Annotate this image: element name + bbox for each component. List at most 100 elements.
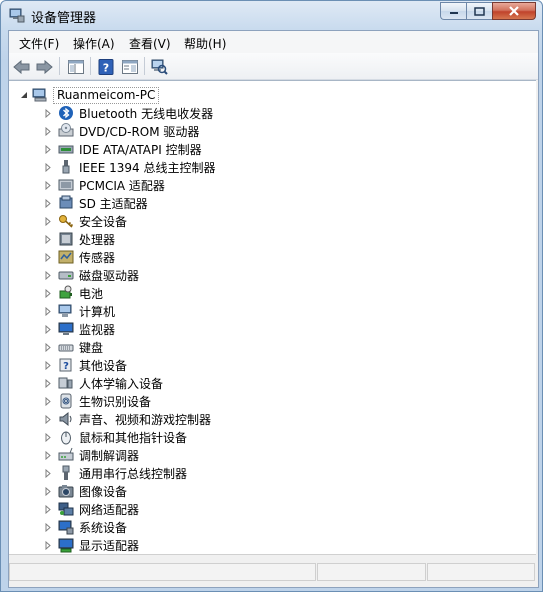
device-tree[interactable]: Ruanmeicom-PC Bluetooth 无线电收发器 DVD/CD-ROM…	[9, 80, 536, 554]
toolbar-separator	[59, 57, 60, 75]
tree-item[interactable]: SD 主适配器	[43, 194, 148, 212]
tree-item-label: 系统设备	[79, 520, 128, 535]
tree-item[interactable]: 鼠标和其他指针设备	[43, 428, 187, 446]
computer-root-icon	[32, 87, 48, 103]
menu-view[interactable]: 查看(V)	[129, 35, 171, 52]
expand-arrow-icon[interactable]	[43, 468, 52, 478]
tree-item[interactable]: ? 其他设备	[43, 356, 127, 374]
expand-arrow-icon[interactable]	[43, 288, 52, 298]
help-icon: ?	[98, 58, 113, 75]
tree-item-label: PCMCIA 适配器	[79, 178, 165, 193]
expand-arrow-icon[interactable]	[43, 252, 52, 262]
tree-item-label: 监视器	[79, 322, 116, 337]
tree-item[interactable]: 声音、视频和游戏控制器	[43, 410, 211, 428]
tree-item[interactable]: 人体学输入设备	[43, 374, 163, 392]
tree-item[interactable]: DVD/CD-ROM 驱动器	[43, 122, 199, 140]
expand-arrow-icon[interactable]	[43, 360, 52, 370]
tree-item[interactable]: 处理器	[43, 230, 115, 248]
tree-item-label: 声音、视频和游戏控制器	[79, 412, 212, 427]
tree-item[interactable]: 调制解调器	[43, 446, 139, 464]
properties-button[interactable]	[121, 58, 138, 75]
tree-item[interactable]: 磁盘驱动器	[43, 266, 139, 284]
sensor-icon	[58, 249, 74, 265]
help-button[interactable]: ?	[97, 58, 114, 75]
back-icon	[13, 59, 30, 74]
expand-arrow-icon[interactable]	[43, 432, 52, 442]
expand-arrow-icon[interactable]	[43, 540, 52, 550]
tree-item[interactable]: Bluetooth 无线电收发器	[43, 104, 213, 122]
expand-arrow-icon[interactable]	[43, 108, 52, 118]
tree-item[interactable]: 电池	[43, 284, 103, 302]
expand-arrow-icon[interactable]	[43, 216, 52, 226]
menu-file[interactable]: 文件(F)	[19, 35, 59, 52]
status-pane-2	[317, 563, 426, 581]
tree-item[interactable]: 计算机	[43, 302, 115, 320]
computer-icon	[58, 303, 74, 319]
disk-drive-icon	[58, 267, 74, 283]
tree-item[interactable]: 安全设备	[43, 212, 127, 230]
minimize-button[interactable]	[440, 2, 466, 20]
dvd-drive-icon	[58, 123, 74, 139]
tree-item-label: 其他设备	[79, 358, 128, 373]
tree-item[interactable]: 系统设备	[43, 518, 127, 536]
expand-arrow-icon[interactable]	[43, 144, 52, 154]
tree-item-label: 显示适配器	[79, 538, 140, 553]
tree-item[interactable]: 图像设备	[43, 482, 127, 500]
expand-arrow-icon[interactable]	[43, 342, 52, 352]
expand-arrow-icon[interactable]	[43, 270, 52, 280]
tree-item-label: 生物识别设备	[79, 394, 152, 409]
collapse-arrow-icon[interactable]	[19, 91, 28, 100]
menu-bar: 文件(F) 操作(A) 查看(V) 帮助(H)	[9, 31, 538, 53]
expand-arrow-icon[interactable]	[43, 306, 52, 316]
sd-adapter-icon	[58, 195, 74, 211]
expand-arrow-icon[interactable]	[43, 180, 52, 190]
tree-item[interactable]: 网络适配器	[43, 500, 139, 518]
menu-help[interactable]: 帮助(H)	[184, 35, 226, 52]
tree-item-label: DVD/CD-ROM 驱动器	[79, 124, 200, 139]
expand-arrow-icon[interactable]	[43, 126, 52, 136]
scan-hardware-button[interactable]	[151, 58, 168, 75]
expand-arrow-icon[interactable]	[43, 450, 52, 460]
expand-arrow-icon[interactable]	[43, 378, 52, 388]
tree-item-label: 电池	[79, 286, 104, 301]
back-button[interactable]	[13, 58, 30, 75]
expand-arrow-icon[interactable]	[43, 504, 52, 514]
expand-arrow-icon[interactable]	[43, 198, 52, 208]
tree-item[interactable]: 监视器	[43, 320, 115, 338]
tree-item-label: Bluetooth 无线电收发器	[79, 106, 214, 121]
tree-item[interactable]: IEEE 1394 总线主控制器	[43, 158, 215, 176]
expand-arrow-icon[interactable]	[43, 522, 52, 532]
expand-arrow-icon[interactable]	[43, 414, 52, 424]
forward-button[interactable]	[36, 58, 53, 75]
close-button[interactable]	[492, 2, 536, 20]
keyboard-icon	[58, 339, 74, 355]
expand-arrow-icon[interactable]	[43, 396, 52, 406]
expand-arrow-icon[interactable]	[43, 324, 52, 334]
expand-arrow-icon[interactable]	[43, 486, 52, 496]
fingerprint-icon	[58, 393, 74, 409]
tree-item[interactable]: 显示适配器	[43, 536, 139, 554]
tree-item-label: 传感器	[79, 250, 116, 265]
usb-icon	[58, 465, 74, 481]
modem-icon	[58, 447, 74, 463]
tree-root[interactable]: Ruanmeicom-PC	[19, 86, 160, 104]
tree-item[interactable]: PCMCIA 适配器	[43, 176, 165, 194]
status-pane-main	[9, 563, 316, 581]
title-bar[interactable]: 设备管理器	[1, 1, 542, 30]
battery-icon	[58, 285, 74, 301]
expand-arrow-icon[interactable]	[43, 234, 52, 244]
processor-icon	[58, 231, 74, 247]
menu-action[interactable]: 操作(A)	[73, 35, 115, 52]
tree-item-label: 人体学输入设备	[79, 376, 164, 391]
tree-root-label[interactable]: Ruanmeicom-PC	[53, 86, 160, 104]
expand-arrow-icon[interactable]	[43, 162, 52, 172]
tree-item[interactable]: 通用串行总线控制器	[43, 464, 187, 482]
tree-item[interactable]: 传感器	[43, 248, 115, 266]
tree-item[interactable]: 键盘	[43, 338, 103, 356]
maximize-button[interactable]	[466, 2, 492, 20]
device-manager-app-icon	[9, 7, 25, 23]
speaker-icon	[58, 411, 74, 427]
tree-item[interactable]: 生物识别设备	[43, 392, 151, 410]
console-tree-button[interactable]	[67, 58, 84, 75]
tree-item[interactable]: IDE ATA/ATAPI 控制器	[43, 140, 202, 158]
